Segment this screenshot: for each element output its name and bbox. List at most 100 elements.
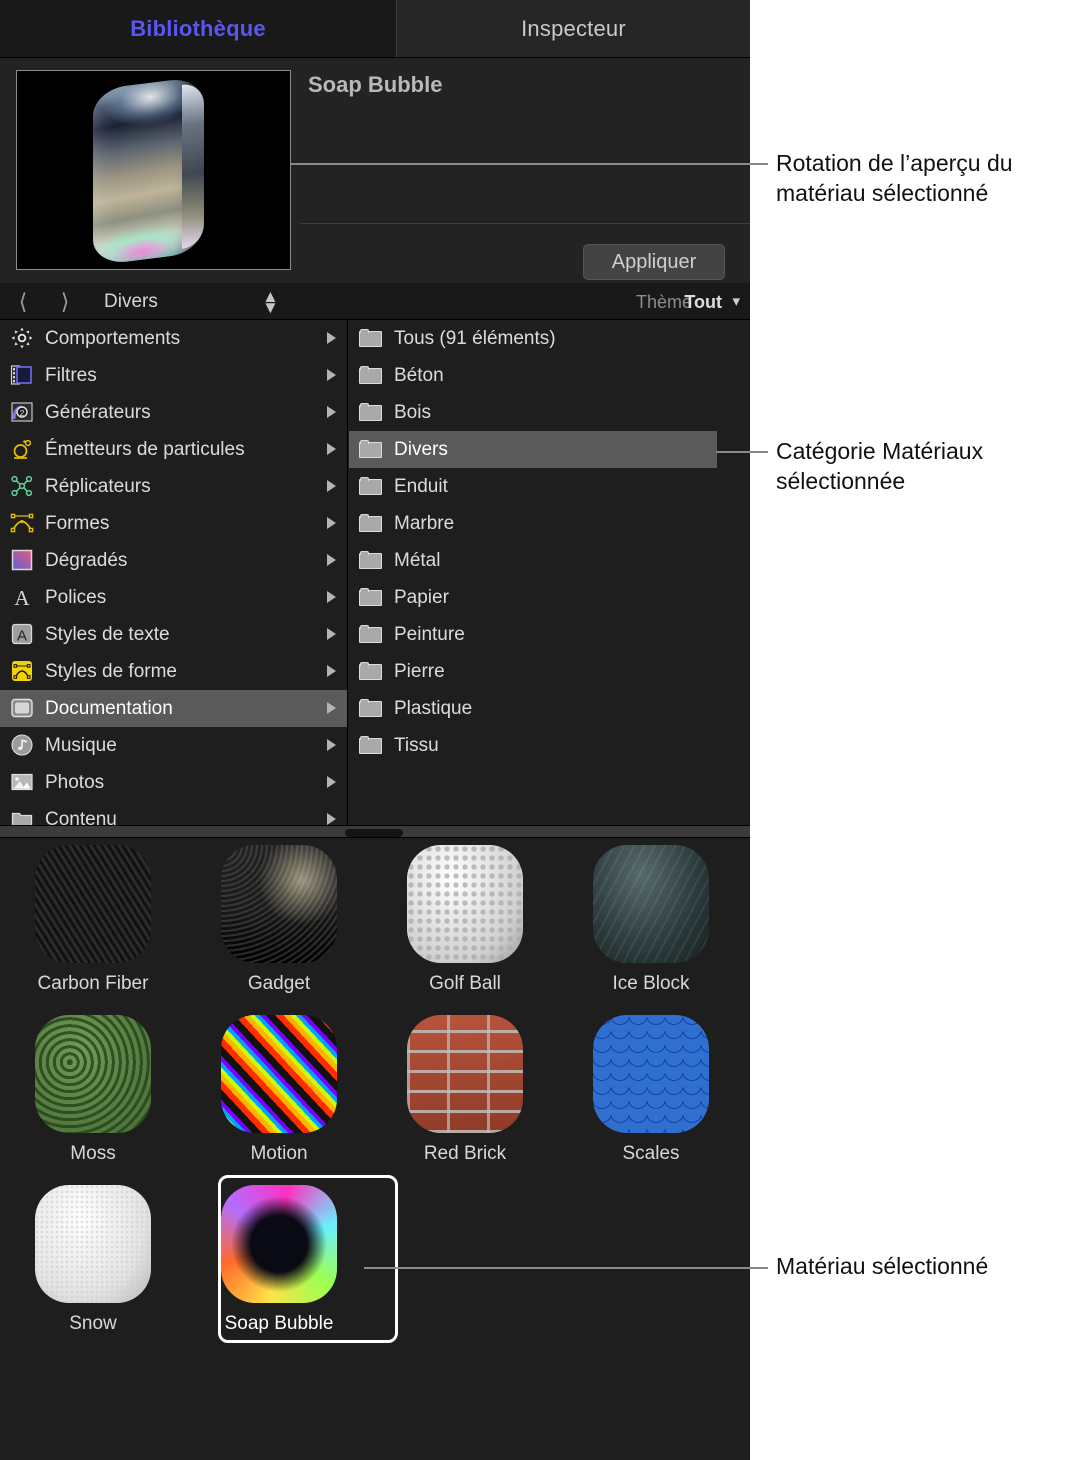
material-folder-pierre[interactable]: Pierre	[349, 653, 750, 690]
disclosure-triangle-icon[interactable]	[327, 776, 336, 788]
disclosure-triangle-icon[interactable]	[327, 813, 336, 825]
library-category-list[interactable]: Comportements Filtres 2 Générateurs Émett…	[0, 320, 348, 825]
sidebar-item-formes[interactable]: Formes	[0, 505, 347, 542]
material-thumbnail-snow[interactable]: Snow	[0, 1179, 186, 1349]
material-thumbnail-label: Scales	[622, 1143, 680, 1164]
sidebar-item-metteurs-de-particules[interactable]: Émetteurs de particules	[0, 431, 347, 468]
material-thumbnail-scales[interactable]: Scales	[558, 1009, 744, 1179]
material-thumbnail-gadget[interactable]: Gadget	[186, 839, 372, 1009]
panel-tabbar: Bibliothèque Inspecteur	[0, 0, 750, 58]
sidebar-item-label: Émetteurs de particules	[45, 438, 245, 460]
material-folder-tous-91-l-ments[interactable]: Tous (91 éléments)	[349, 320, 750, 357]
shape-icon	[10, 511, 36, 537]
material-folder-peinture[interactable]: Peinture	[349, 616, 750, 653]
disclosure-triangle-icon[interactable]	[327, 628, 336, 640]
material-folder-papier[interactable]: Papier	[349, 579, 750, 616]
sidebar-item-label: Documentation	[45, 697, 173, 719]
sidebar-item-photos[interactable]: Photos	[0, 764, 347, 801]
sidebar-item-g-n-rateurs[interactable]: 2 Générateurs	[0, 394, 347, 431]
horizontal-scrollbar[interactable]	[0, 825, 750, 838]
material-preview-viewport[interactable]	[16, 70, 291, 270]
tab-inspecteur[interactable]: Inspecteur	[396, 0, 750, 58]
material-folder-label: Métal	[394, 549, 441, 571]
sidebar-item-label: Formes	[45, 512, 110, 534]
material-thumbnail-label: Gadget	[247, 973, 311, 994]
photos-icon	[10, 770, 36, 796]
scrollbar-thumb[interactable]	[345, 829, 403, 837]
material-thumbnail-golf-ball[interactable]: Golf Ball	[372, 839, 558, 1009]
apply-button[interactable]: Appliquer	[583, 244, 725, 280]
callout-line-2	[716, 451, 768, 453]
folder-icon	[359, 622, 385, 648]
sidebar-item-d-grad-s[interactable]: Dégradés	[0, 542, 347, 579]
documentation-icon	[10, 696, 36, 722]
material-folder-m-tal[interactable]: Métal	[349, 542, 750, 579]
material-swatch	[407, 1015, 523, 1133]
sidebar-item-label: Styles de forme	[45, 660, 177, 682]
disclosure-triangle-icon[interactable]	[327, 332, 336, 344]
material-folder-tissu[interactable]: Tissu	[349, 727, 750, 764]
material-folder-bois[interactable]: Bois	[349, 394, 750, 431]
chevron-down-icon[interactable]: ▾	[732, 292, 740, 310]
material-swatch	[221, 845, 337, 963]
gradient-icon	[10, 548, 36, 574]
disclosure-triangle-icon[interactable]	[327, 591, 336, 603]
tab-bibliotheque[interactable]: Bibliothèque	[0, 0, 396, 58]
disclosure-triangle-icon[interactable]	[327, 443, 336, 455]
sidebar-item-label: Filtres	[45, 364, 97, 386]
disclosure-triangle-icon[interactable]	[327, 480, 336, 492]
material-folder-label: Divers	[394, 438, 448, 460]
sort-down-arrow: ▼	[262, 298, 279, 317]
sidebar-item-documentation[interactable]: Documentation	[0, 690, 347, 727]
folder-icon	[359, 696, 385, 722]
callout-text-1: Rotation de l’aperçu du matériau sélecti…	[776, 150, 1013, 206]
material-folder-list[interactable]: Tous (91 éléments) Béton Bois Divers Enduit M…	[349, 320, 750, 825]
sort-stepper-icon[interactable]: ▲ ▼	[262, 288, 279, 317]
material-folder-b-ton[interactable]: Béton	[349, 357, 750, 394]
sidebar-item-contenu[interactable]: Contenu	[0, 801, 347, 825]
text-style-icon: A	[10, 622, 36, 648]
chevron-right-icon[interactable]: ⟩	[52, 289, 78, 315]
sidebar-item-label: Polices	[45, 586, 107, 608]
disclosure-triangle-icon[interactable]	[327, 554, 336, 566]
material-swatch	[221, 1185, 337, 1303]
sidebar-item-r-plicateurs[interactable]: Réplicateurs	[0, 468, 347, 505]
sidebar-item-filtres[interactable]: Filtres	[0, 357, 347, 394]
material-folder-plastique[interactable]: Plastique	[349, 690, 750, 727]
disclosure-triangle-icon[interactable]	[327, 406, 336, 418]
sidebar-item-styles-de-forme[interactable]: Styles de forme	[0, 653, 347, 690]
chevron-left-icon[interactable]: ⟨	[10, 289, 36, 315]
sidebar-item-styles-de-texte[interactable]: A Styles de texte	[0, 616, 347, 653]
material-folder-marbre[interactable]: Marbre	[349, 505, 750, 542]
disclosure-triangle-icon[interactable]	[327, 369, 336, 381]
material-thumbnail-soap-bubble[interactable]: Soap Bubble	[186, 1175, 398, 1349]
folder-icon	[359, 585, 385, 611]
theme-value[interactable]: Tout	[684, 292, 722, 313]
path-label: Divers	[104, 291, 158, 312]
sidebar-item-label: Générateurs	[45, 401, 151, 423]
sidebar-item-label: Réplicateurs	[45, 475, 151, 497]
disclosure-triangle-icon[interactable]	[327, 665, 336, 677]
material-thumbnail-motion[interactable]: Motion	[186, 1009, 372, 1179]
folder-icon	[10, 807, 36, 825]
material-thumbnail-moss[interactable]: Moss	[0, 1009, 186, 1179]
sidebar-item-musique[interactable]: Musique	[0, 727, 347, 764]
folder-icon	[359, 400, 385, 426]
material-thumbnail-carbon-fiber[interactable]: Carbon Fiber	[0, 839, 186, 1009]
shape-style-icon	[10, 659, 36, 685]
material-folder-divers[interactable]: Divers	[349, 431, 717, 468]
disclosure-triangle-icon[interactable]	[327, 702, 336, 714]
material-swatch	[593, 1015, 709, 1133]
disclosure-triangle-icon[interactable]	[327, 517, 336, 529]
material-preview-area: Soap Bubble Appliquer	[0, 58, 750, 283]
material-thumbnail-grid[interactable]: Carbon Fiber Gadget Golf Ball Ice Block Moss…	[0, 839, 750, 1460]
material-folder-enduit[interactable]: Enduit	[349, 468, 750, 505]
disclosure-triangle-icon[interactable]	[327, 739, 336, 751]
generator-icon: 2	[10, 400, 36, 426]
material-thumbnail-red-brick[interactable]: Red Brick	[372, 1009, 558, 1179]
material-thumbnail-ice-block[interactable]: Ice Block	[558, 839, 744, 1009]
sidebar-item-comportements[interactable]: Comportements	[0, 320, 347, 357]
material-folder-label: Peinture	[394, 623, 465, 645]
particle-emitter-icon	[10, 437, 36, 463]
sidebar-item-polices[interactable]: A Polices	[0, 579, 347, 616]
